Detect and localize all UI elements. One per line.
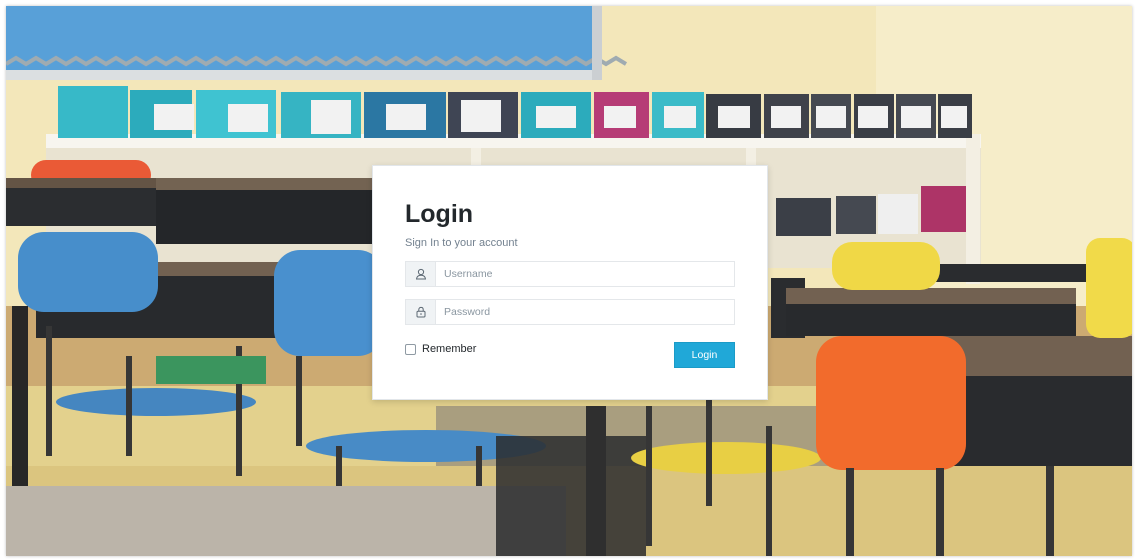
password-input[interactable] [435,299,735,325]
background-frame: Login Sign In to your account Username R… [6,6,1132,556]
login-title: Login [405,200,474,228]
login-button[interactable]: Login [674,342,735,368]
login-subtitle: Sign In to your account [405,237,518,249]
lock-icon [405,299,435,325]
password-input-group [405,299,735,325]
remember-checkbox[interactable] [405,343,416,355]
remember-label: Remember [422,343,477,355]
username-input[interactable] [435,261,735,287]
login-card: Login Sign In to your account Username R… [372,165,768,400]
username-input-group [405,261,735,287]
remember-checkbox-row[interactable]: Remember [405,343,476,355]
user-icon [405,261,435,287]
